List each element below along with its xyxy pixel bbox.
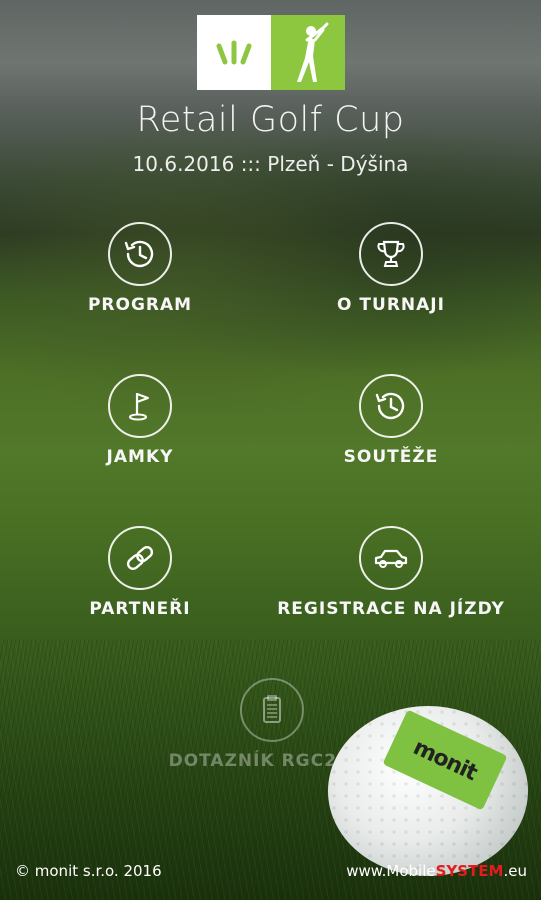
menu-o-turnaji-label: O TURNAJI xyxy=(337,295,445,315)
website-accent: SYSTEM xyxy=(435,862,504,880)
website-prefix: www.Mobile xyxy=(346,862,436,880)
menu-souteze-label: SOUTĚŽE xyxy=(343,447,439,467)
golf-flag-icon xyxy=(108,374,172,438)
menu-jamky-label: JAMKY xyxy=(106,447,174,467)
clock-icon xyxy=(359,374,423,438)
website-link[interactable]: www.MobileSYSTEM.eu xyxy=(346,862,527,880)
menu-partneri-label: PARTNEŘI xyxy=(89,599,191,619)
clipboard-icon xyxy=(240,678,304,742)
menu-program[interactable]: PROGRAM xyxy=(15,222,265,315)
logo-golfer-mark xyxy=(271,15,345,90)
website-suffix: .eu xyxy=(503,862,527,880)
menu-o-turnaji[interactable]: O TURNAJI xyxy=(266,222,516,315)
copyright-text: © monit s.r.o. 2016 xyxy=(15,862,162,880)
menu-program-label: PROGRAM xyxy=(87,295,193,315)
link-icon xyxy=(108,526,172,590)
logo-sprout-mark xyxy=(197,15,271,90)
menu-souteze[interactable]: SOUTĚŽE xyxy=(266,374,516,467)
menu-registrace-label: REGISTRACE NA JÍZDY xyxy=(277,599,505,619)
trophy-icon xyxy=(359,222,423,286)
menu-partneri[interactable]: PARTNEŘI xyxy=(15,526,265,619)
app-title: Retail Golf Cup xyxy=(136,100,405,140)
golf-ball-image: monit xyxy=(328,706,528,876)
car-icon xyxy=(359,526,423,590)
clock-icon xyxy=(108,222,172,286)
menu-jamky[interactable]: JAMKY xyxy=(15,374,265,467)
event-date-location: 10.6.2016 ::: Plzeň - Dýšina xyxy=(132,152,409,176)
app-logo xyxy=(197,15,345,90)
menu-registrace[interactable]: REGISTRACE NA JÍZDY xyxy=(266,526,516,619)
